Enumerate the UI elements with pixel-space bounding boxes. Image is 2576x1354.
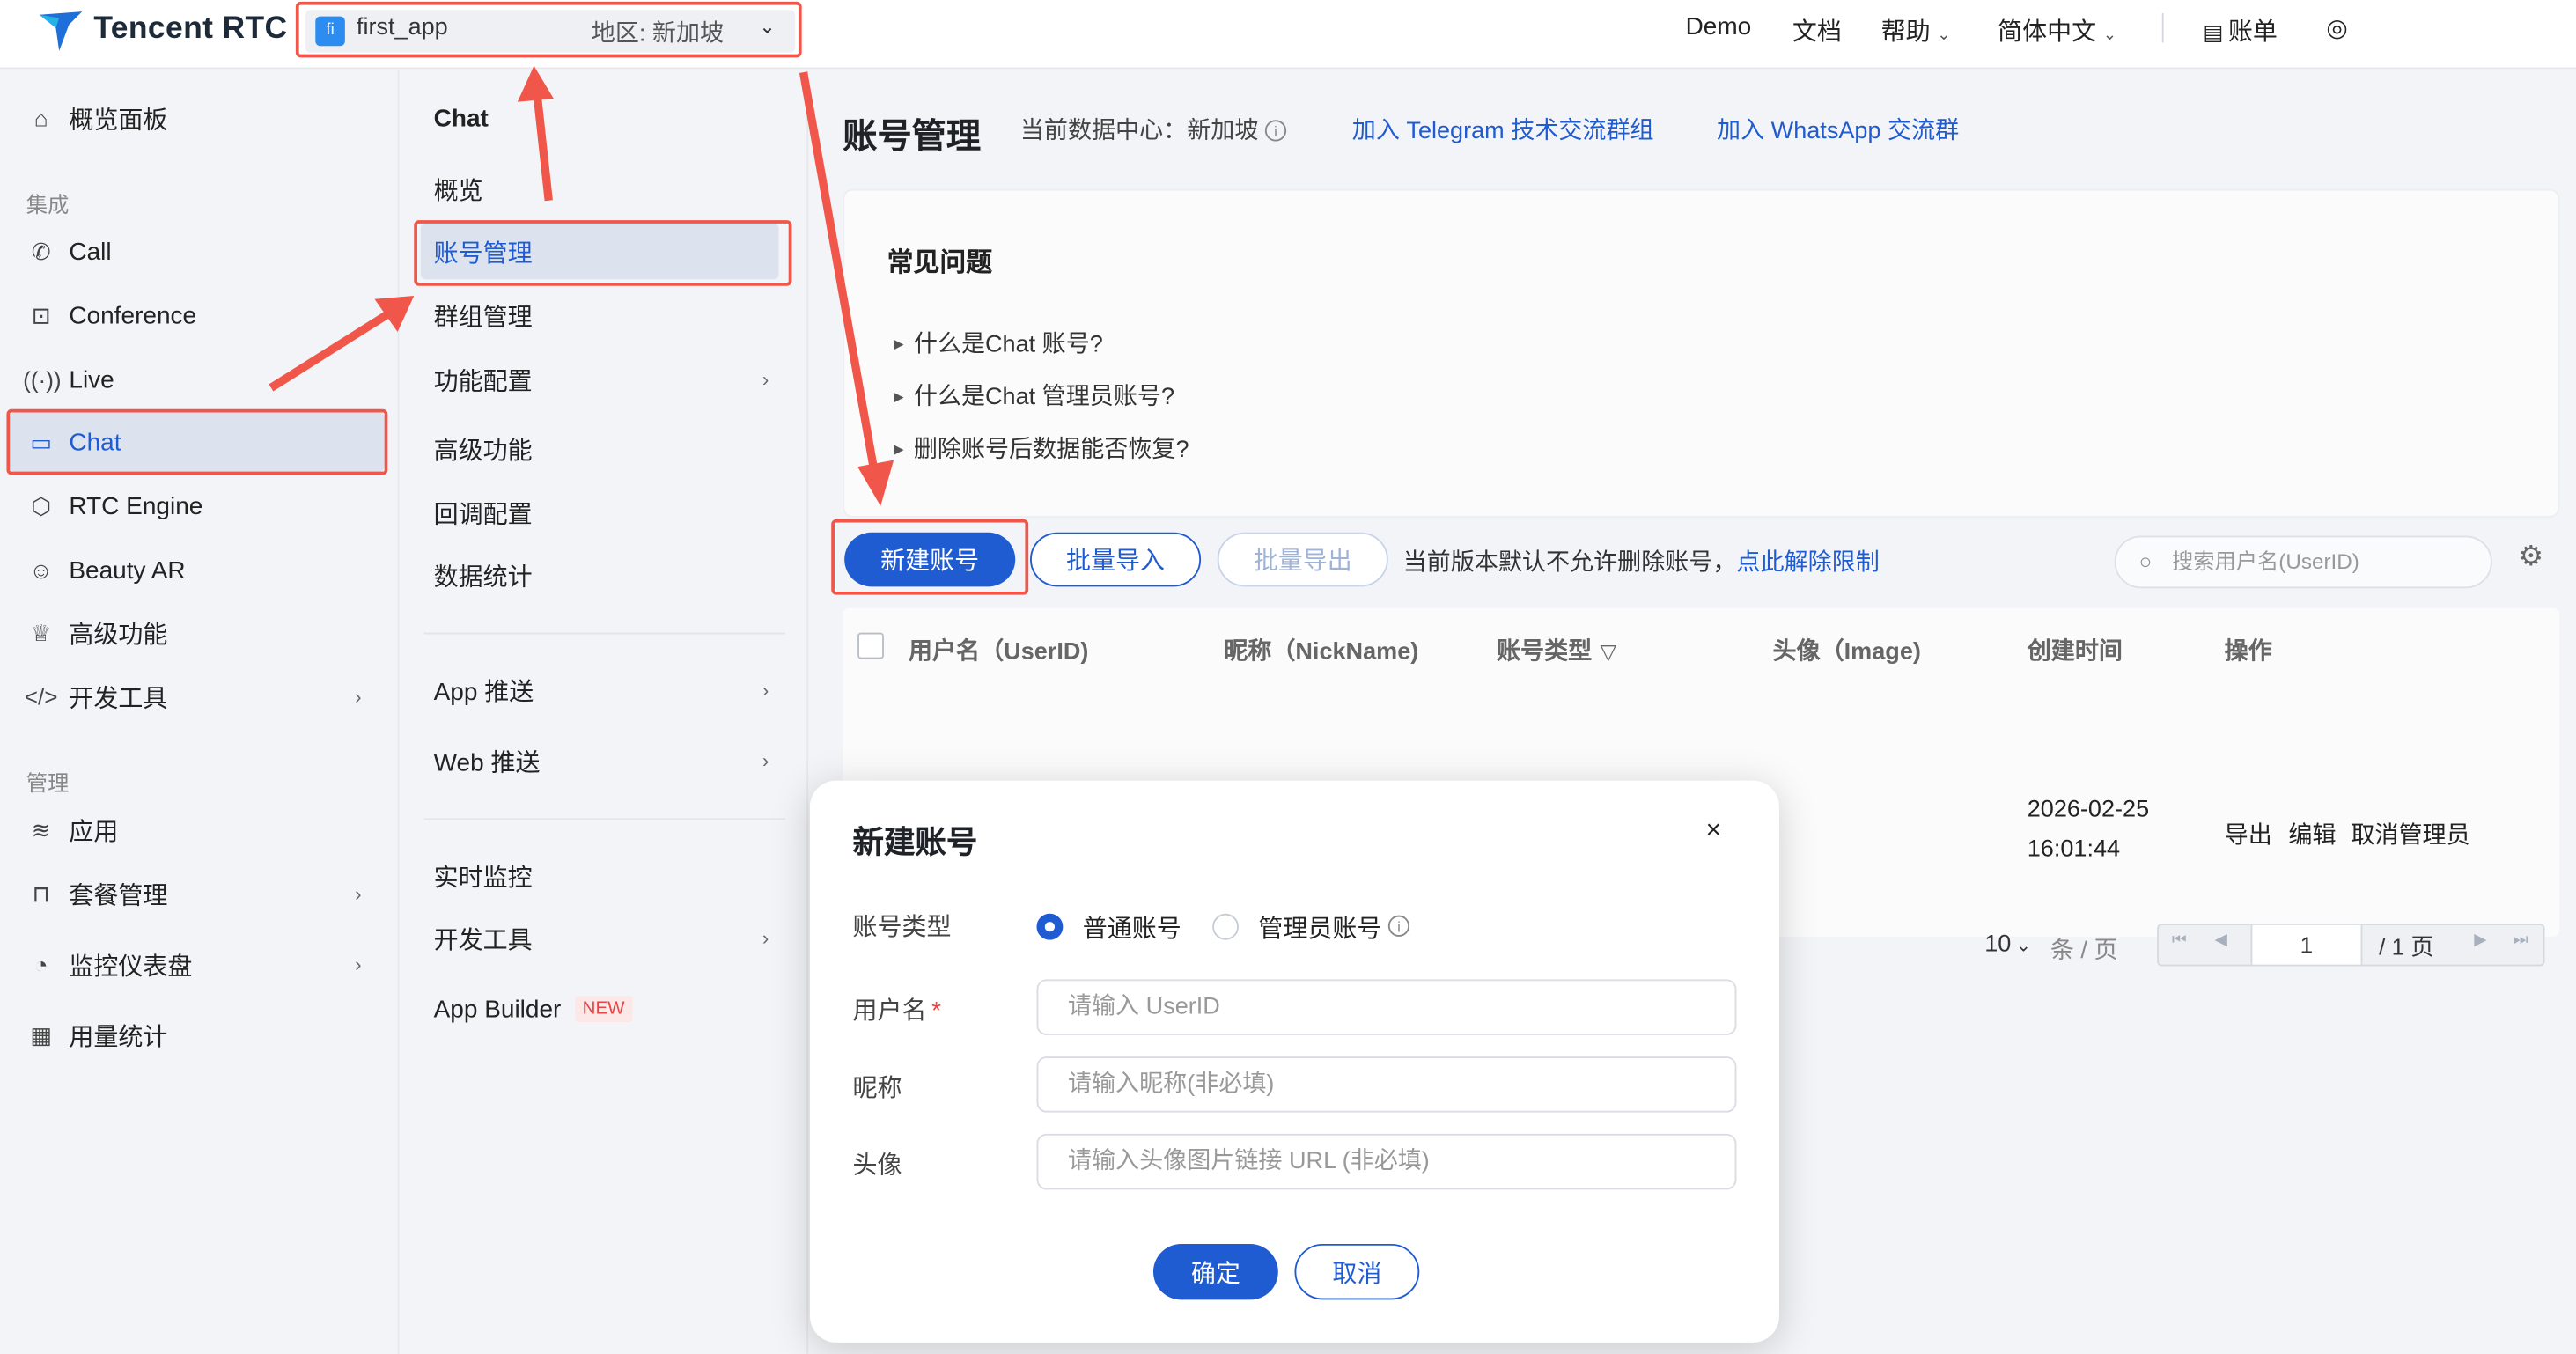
arrow-to-app-selector (517, 65, 554, 202)
arrow-to-accounts (269, 295, 415, 392)
arrow-to-new-account (799, 71, 894, 506)
annotation-arrows (269, 65, 894, 506)
